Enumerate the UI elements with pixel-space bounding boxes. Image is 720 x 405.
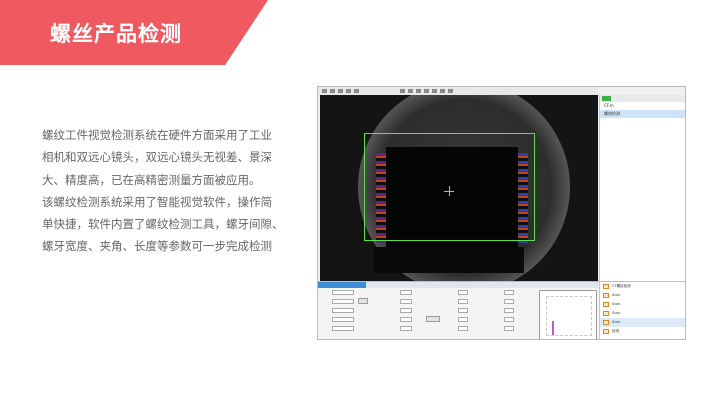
inspect-tool-icon <box>603 329 609 334</box>
param-field <box>400 326 412 331</box>
description-line: 单快捷，软件内置了螺纹检测工具，螺牙间隙、 <box>42 217 284 232</box>
param-field <box>332 290 354 295</box>
tab-active <box>318 282 366 288</box>
param-field <box>504 308 514 313</box>
tool-label: Scan <box>612 302 621 306</box>
tool-item: Scan <box>600 300 685 309</box>
toolbar-grid-icon <box>432 89 437 93</box>
param-field <box>400 290 412 295</box>
param-field <box>458 290 468 295</box>
tool-item: Scan <box>600 291 685 300</box>
param-field <box>504 317 514 322</box>
thread-tool-icon <box>603 284 609 289</box>
title-banner: 螺丝产品检测 <box>0 0 268 65</box>
toolbar-open-icon <box>322 89 327 93</box>
tool-label: Scan <box>612 293 621 297</box>
param-field <box>504 290 514 295</box>
software-screenshot: CF.m 螺纹检测 CT螺纹检测 Scan Scan Scan Scan 检测 <box>317 86 686 340</box>
toolbar-run-icon <box>338 89 343 93</box>
tool-label: Scan <box>612 311 621 315</box>
description-line: 螺牙宽度、夹角、长度等参数可一步完成检测 <box>42 239 272 254</box>
tool-label: Scan <box>612 320 621 324</box>
param-field <box>400 299 412 304</box>
description-line: 该螺纹检测系统采用了智能视觉软件，操作简 <box>42 194 272 209</box>
result-panel-header <box>600 95 685 102</box>
description-paragraph: 螺纹工件视觉检测系统在硬件方面采用了工业 相机和双远心镜头，双远心镜头无视差、景… <box>42 124 292 258</box>
tab <box>508 282 522 288</box>
screw-base <box>374 247 524 273</box>
toolbar-zoom-icon <box>400 89 405 93</box>
status-badge <box>602 96 611 101</box>
toolbar-camera-icon <box>354 89 359 93</box>
tool-label: 检测 <box>612 329 619 333</box>
param-field <box>332 308 354 313</box>
tab <box>478 282 492 288</box>
param-field <box>504 326 514 331</box>
scan-tool-icon <box>603 302 609 307</box>
param-field <box>332 326 354 331</box>
param-field <box>332 317 354 322</box>
toolbar-roi-icon <box>416 89 421 93</box>
parameter-panel: CT螺纹检测 Scan Scan Scan Scan 检测 <box>318 281 685 339</box>
tool-item: CT螺纹检测 <box>600 282 685 291</box>
tool-list: CT螺纹检测 Scan Scan Scan Scan 检测 <box>599 282 685 339</box>
description-line: 相机和双远心镜头，双远心镜头无视差、景深 <box>42 150 272 165</box>
param-field <box>332 299 354 304</box>
page-title: 螺丝产品检测 <box>50 22 182 46</box>
toolbar-measure-icon <box>424 89 429 93</box>
parameter-tabs <box>318 282 598 288</box>
toolbar-save-icon <box>330 89 335 93</box>
tab <box>538 282 552 288</box>
description-line: 螺纹工件视觉检测系统在硬件方面采用了工业 <box>42 128 272 142</box>
result-row: 螺纹检测 <box>600 110 685 118</box>
param-field <box>458 317 468 322</box>
toolbar-fit-icon <box>408 89 413 93</box>
toolbar-settings-icon <box>440 89 445 93</box>
scan-tool-icon <box>603 293 609 298</box>
center-crosshair-v <box>449 186 450 196</box>
histogram-peak <box>552 321 554 335</box>
param-button <box>358 298 368 304</box>
param-button <box>426 316 440 322</box>
param-field <box>458 299 468 304</box>
description-line: 大、精度高，已在高精密测量方面被应用。 <box>42 172 261 187</box>
app-toolbar <box>318 87 598 95</box>
camera-image-view <box>320 95 598 281</box>
scan-tool-icon <box>603 311 609 316</box>
toolbar-help-icon <box>448 89 453 93</box>
param-field <box>504 299 514 304</box>
scan-tool-icon <box>603 320 609 325</box>
result-row: CF.m <box>604 103 614 108</box>
tool-item: Scan <box>600 309 685 318</box>
param-field <box>400 317 412 322</box>
param-field <box>400 308 412 313</box>
tool-label: CT螺纹检测 <box>612 284 631 288</box>
tool-item: 检测 <box>600 327 685 336</box>
result-panel: CF.m 螺纹检测 <box>599 95 685 281</box>
toolbar-stop-icon <box>346 89 351 93</box>
param-field <box>458 308 468 313</box>
tool-item: Scan <box>600 318 685 327</box>
histogram-view <box>539 290 597 339</box>
param-field <box>458 326 468 331</box>
